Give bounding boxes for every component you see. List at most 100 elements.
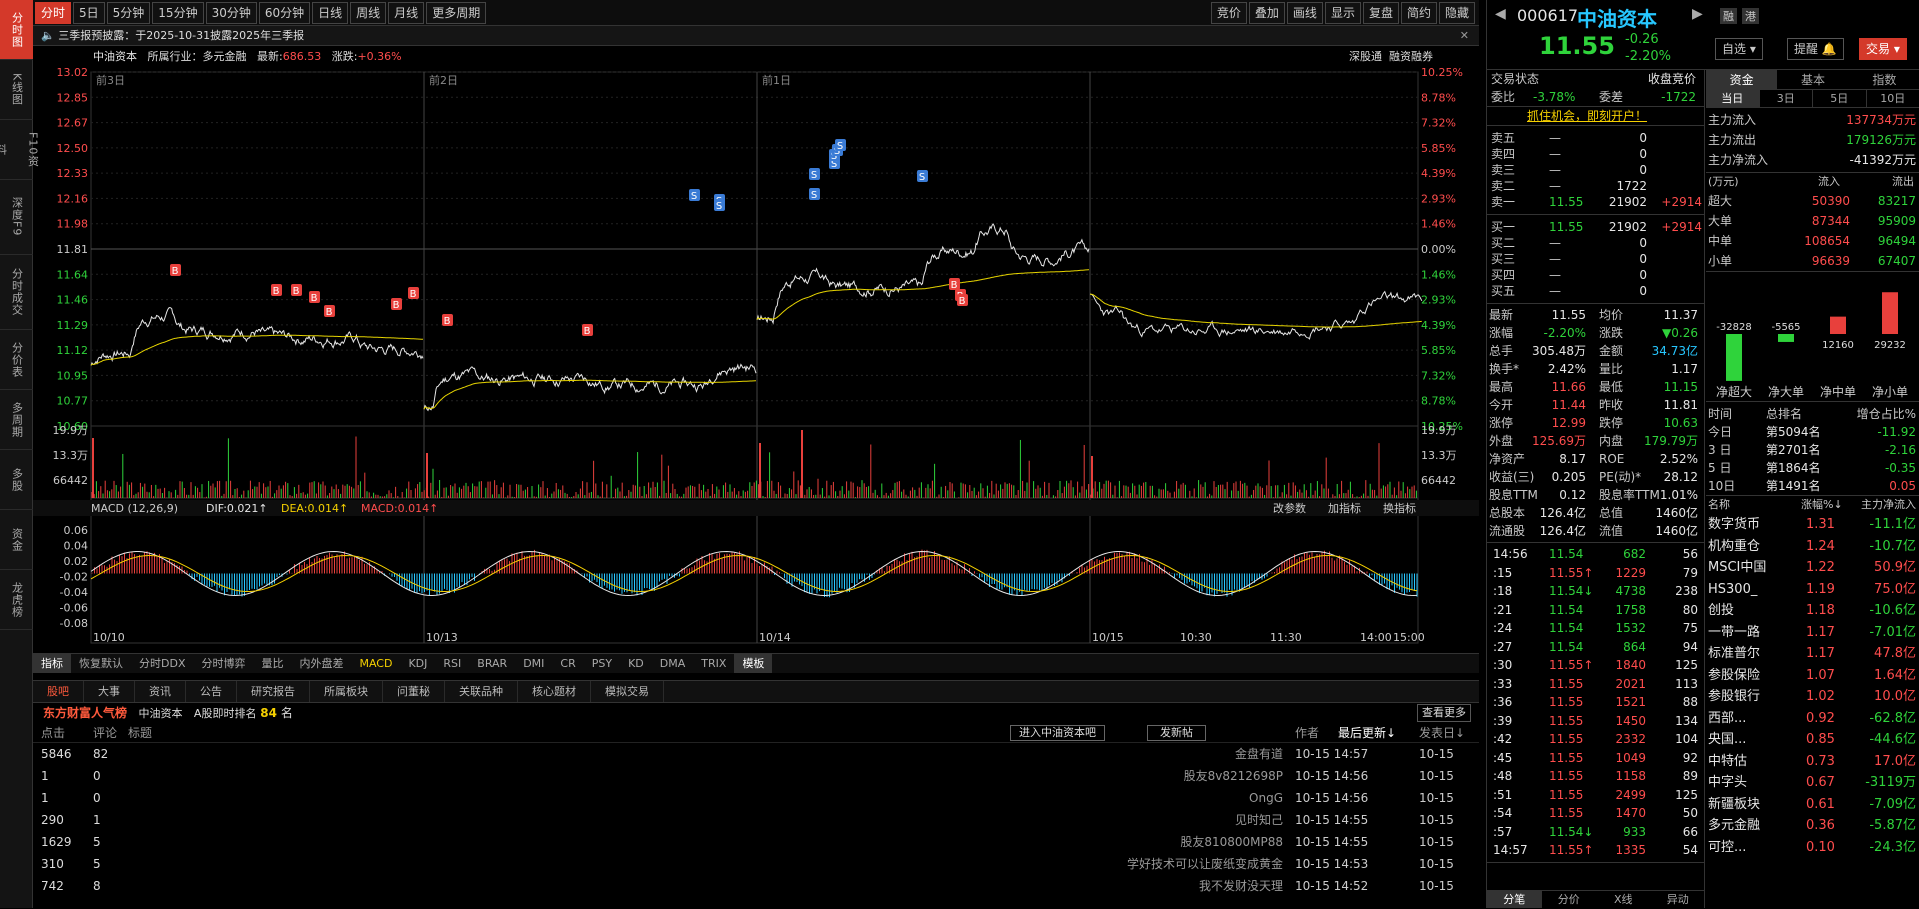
toolbar-btn-5[interactable]: 简约 bbox=[1401, 2, 1437, 24]
tag-hk[interactable]: 港 bbox=[1742, 8, 1759, 24]
prev-stock-icon[interactable]: ◀ bbox=[1495, 6, 1506, 22]
guba-col-1[interactable]: 评论 bbox=[93, 723, 117, 743]
toolbar-btn-4[interactable]: 复盘 bbox=[1363, 2, 1399, 24]
buy-marker[interactable]: B bbox=[170, 264, 181, 277]
sector-row[interactable]: 标准普尔1.1747.8亿 bbox=[1706, 643, 1919, 665]
sector-row[interactable]: 一带一路1.17-7.01亿 bbox=[1706, 622, 1919, 644]
guba-tab-6[interactable]: 问董秘 bbox=[383, 681, 445, 702]
sector-row[interactable]: 参股银行1.0210.0亿 bbox=[1706, 686, 1919, 708]
indicator-tab-13[interactable]: KD bbox=[620, 654, 652, 673]
guba-row[interactable]: 3105昨天都被胜利冲昏了头脑，今天就挨打了。昨天说日线第二类卖点，有跌破10元… bbox=[33, 853, 1479, 875]
guba-row[interactable]: 10红啊股友8v8212698P10-15 14:5610-15 bbox=[33, 765, 1479, 787]
buy-marker[interactable]: B bbox=[271, 284, 282, 297]
fund-period-3[interactable]: 10日 bbox=[1867, 90, 1919, 107]
sector-row[interactable]: 多元金融0.36-5.87亿 bbox=[1706, 815, 1919, 837]
tag-margin[interactable]: 融 bbox=[1720, 8, 1737, 24]
buy-marker[interactable]: B bbox=[291, 284, 302, 297]
guba-col-5[interactable]: 发表日↓ bbox=[1419, 723, 1465, 743]
toolbar-btn-0[interactable]: 竞价 bbox=[1211, 2, 1247, 24]
period-tab-6[interactable]: 日线 bbox=[312, 2, 348, 24]
sidebar-item-6[interactable]: 多周期 bbox=[0, 390, 33, 450]
indicator-tab-8[interactable]: RSI bbox=[435, 654, 469, 673]
fund-tab-1[interactable]: 基本 bbox=[1777, 70, 1848, 89]
sector-row[interactable]: 数字货币1.31-11.1亿 bbox=[1706, 514, 1919, 536]
indicator-tab-0[interactable]: 指标 bbox=[33, 654, 71, 673]
sell-marker[interactable]: S bbox=[809, 168, 820, 181]
watchlist-button[interactable]: 自选 ▾ bbox=[1715, 38, 1763, 60]
fund-tab-2[interactable]: 指数 bbox=[1849, 70, 1919, 89]
period-tab-9[interactable]: 更多周期 bbox=[426, 2, 486, 24]
fund-period-0[interactable]: 当日 bbox=[1706, 90, 1760, 107]
bottom-tab-0[interactable]: 分笔 bbox=[1487, 891, 1542, 908]
view-more-button[interactable]: 查看更多 bbox=[1417, 704, 1471, 722]
buy-marker[interactable]: B bbox=[324, 305, 335, 318]
sector-row[interactable]: 中特估0.7317.0亿 bbox=[1706, 751, 1919, 773]
indicator-tab-15[interactable]: TRIX bbox=[693, 654, 734, 673]
indicator-tab-1[interactable]: 恢复默认 bbox=[71, 654, 131, 673]
macd-link-1[interactable]: 加指标 bbox=[1328, 501, 1361, 515]
sell-marker[interactable]: S bbox=[809, 188, 820, 201]
period-tab-0[interactable]: 分时 bbox=[35, 2, 71, 24]
period-tab-7[interactable]: 周线 bbox=[350, 2, 386, 24]
guba-tab-4[interactable]: 研究报告 bbox=[237, 681, 310, 702]
trade-button[interactable]: 交易 ▾ bbox=[1859, 38, 1907, 60]
sector-row[interactable]: 可控...0.10-24.3亿 bbox=[1706, 837, 1919, 859]
sector-row[interactable]: 央国...0.85-44.6亿 bbox=[1706, 729, 1919, 751]
link-margin[interactable]: 融资融券 bbox=[1389, 50, 1433, 63]
bottom-tab-3[interactable]: 异动 bbox=[1651, 891, 1706, 908]
indicator-tab-4[interactable]: 量比 bbox=[253, 654, 291, 673]
guba-tab-0[interactable]: 股吧 bbox=[33, 681, 84, 702]
indicator-tab-12[interactable]: PSY bbox=[584, 654, 620, 673]
buy-marker[interactable]: B bbox=[582, 324, 593, 337]
enter-bar-button[interactable]: 进入中油资本吧 bbox=[1010, 725, 1105, 741]
period-tab-8[interactable]: 月线 bbox=[388, 2, 424, 24]
guba-row[interactable]: 2901中油资本平仓出局见时知己10-15 14:5510-15 bbox=[33, 809, 1479, 831]
period-tab-2[interactable]: 5分钟 bbox=[107, 2, 151, 24]
indicator-tab-6[interactable]: MACD bbox=[351, 654, 400, 673]
promo[interactable]: 抓住机会，即刻开户！ bbox=[1487, 107, 1704, 126]
indicator-tab-16[interactable]: 模板 bbox=[734, 654, 772, 673]
period-tab-3[interactable]: 15分钟 bbox=[152, 2, 203, 24]
sidebar-item-3[interactable]: 深度F9 bbox=[0, 180, 33, 255]
sector-row[interactable]: HS300_1.1975.0亿 bbox=[1706, 579, 1919, 601]
period-tab-5[interactable]: 60分钟 bbox=[259, 2, 310, 24]
indicator-tab-3[interactable]: 分时博弈 bbox=[193, 654, 253, 673]
sidebar-item-0[interactable]: 分时图 bbox=[0, 0, 33, 60]
sector-row[interactable]: 新疆板块0.61-7.09亿 bbox=[1706, 794, 1919, 816]
bottom-tab-1[interactable]: 分价 bbox=[1542, 891, 1597, 908]
close-icon[interactable]: ✕ bbox=[1460, 26, 1469, 46]
indicator-tab-7[interactable]: KDJ bbox=[400, 654, 435, 673]
sell-marker[interactable]: S bbox=[917, 170, 928, 183]
sidebar-item-4[interactable]: 分时成交 bbox=[0, 255, 33, 330]
fund-period-2[interactable]: 5日 bbox=[1813, 90, 1867, 107]
guba-col-0[interactable]: 点击 bbox=[41, 723, 65, 743]
sector-row[interactable]: 西部...0.92-62.8亿 bbox=[1706, 708, 1919, 730]
indicator-tab-5[interactable]: 内外盘差 bbox=[291, 654, 351, 673]
intraday-chart[interactable]: 13.0210.25%12.858.78%12.677.32%12.505.85… bbox=[33, 68, 1479, 648]
indicator-tab-2[interactable]: 分时DDX bbox=[131, 654, 193, 673]
indicator-tab-10[interactable]: DMI bbox=[515, 654, 552, 673]
sector-row[interactable]: MSCI中国1.2250.9亿 bbox=[1706, 557, 1919, 579]
toolbar-btn-1[interactable]: 叠加 bbox=[1249, 2, 1285, 24]
guba-tab-9[interactable]: 模拟交易 bbox=[591, 681, 664, 702]
guba-row[interactable]: 10好家伙，又拉尾盘……OngG10-15 14:5610-15 bbox=[33, 787, 1479, 809]
sell-marker[interactable]: S bbox=[689, 189, 700, 202]
toolbar-btn-6[interactable]: 隐藏 bbox=[1439, 2, 1475, 24]
new-post-button[interactable]: 发新帖 bbox=[1147, 725, 1206, 741]
fund-period-1[interactable]: 3日 bbox=[1760, 90, 1814, 107]
macd-link-0[interactable]: 改参数 bbox=[1273, 501, 1306, 515]
guba-row[interactable]: 58468210.15 早评策略：中油资本、广发证券、南京港、北方稀土金盘有道1… bbox=[33, 743, 1479, 765]
macd-link-2[interactable]: 换指标 bbox=[1383, 501, 1416, 515]
sector-row[interactable]: 中字头0.67-3119万 bbox=[1706, 772, 1919, 794]
period-tab-4[interactable]: 30分钟 bbox=[206, 2, 257, 24]
toolbar-btn-3[interactable]: 显示 bbox=[1325, 2, 1361, 24]
sidebar-item-9[interactable]: 龙虎榜 bbox=[0, 570, 33, 630]
period-tab-1[interactable]: 5日 bbox=[73, 2, 105, 24]
guba-tab-5[interactable]: 所属板块 bbox=[310, 681, 383, 702]
guba-tab-7[interactable]: 关联品种 bbox=[445, 681, 518, 702]
notice-bar[interactable]: 🔈 三季报预披露：于2025-10-31披露2025年三季报✕ bbox=[33, 26, 1479, 46]
guba-tab-2[interactable]: 资讯 bbox=[135, 681, 186, 702]
buy-marker[interactable]: B bbox=[391, 298, 402, 311]
indicator-tab-9[interactable]: BRAR bbox=[469, 654, 515, 673]
guba-col-2[interactable]: 标题 bbox=[128, 723, 152, 743]
